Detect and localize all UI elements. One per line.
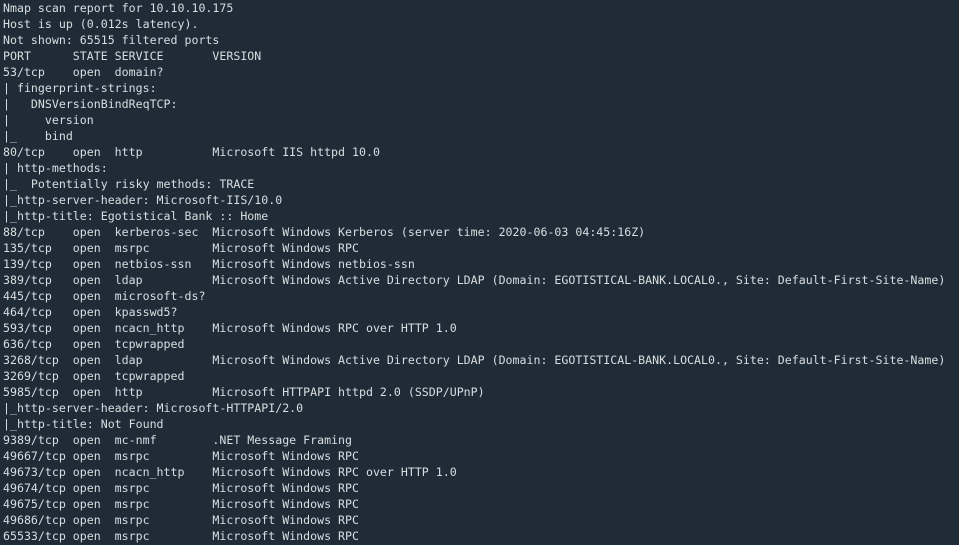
terminal-line: 139/tcp open netbios-ssn Microsoft Windo… xyxy=(3,257,415,271)
terminal-line: 135/tcp open msrpc Microsoft Windows RPC xyxy=(3,241,359,255)
terminal-line: |_ Potentially risky methods: TRACE xyxy=(3,177,255,191)
terminal-line: |_ bind xyxy=(3,129,73,143)
terminal-line: 9389/tcp open mc-nmf .NET Message Framin… xyxy=(3,433,353,447)
terminal-line: 80/tcp open http Microsoft IIS httpd 10.… xyxy=(3,145,380,159)
terminal-line: 464/tcp open kpasswd5? xyxy=(3,305,178,319)
terminal-line: 3269/tcp open tcpwrapped xyxy=(3,369,185,383)
terminal-line: 636/tcp open tcpwrapped xyxy=(3,337,185,351)
terminal-line: |_http-title: Not Found xyxy=(3,417,164,431)
terminal-line: 49686/tcp open msrpc Microsoft Windows R… xyxy=(3,513,359,527)
terminal-line: | version xyxy=(3,113,94,127)
terminal-line: 49667/tcp open msrpc Microsoft Windows R… xyxy=(3,449,359,463)
terminal-line: 5985/tcp open http Microsoft HTTPAPI htt… xyxy=(3,385,485,399)
terminal-line: 389/tcp open ldap Microsoft Windows Acti… xyxy=(3,273,946,287)
terminal-line: |_http-server-header: Microsoft-IIS/10.0 xyxy=(3,193,283,207)
terminal-line: 49675/tcp open msrpc Microsoft Windows R… xyxy=(3,497,359,511)
terminal-line: 65533/tcp open msrpc Microsoft Windows R… xyxy=(3,529,359,543)
terminal-line: |_http-server-header: Microsoft-HTTPAPI/… xyxy=(3,401,304,415)
terminal-line: Nmap scan report for 10.10.10.175 xyxy=(3,1,234,15)
terminal-line: 88/tcp open kerberos-sec Microsoft Windo… xyxy=(3,225,646,239)
terminal-line: 445/tcp open microsoft-ds? xyxy=(3,289,206,303)
terminal-line: |_http-title: Egotistical Bank :: Home xyxy=(3,209,269,223)
terminal-line: | fingerprint-strings: xyxy=(3,81,157,95)
terminal-line: 49674/tcp open msrpc Microsoft Windows R… xyxy=(3,481,359,495)
terminal-line: PORT STATE SERVICE VERSION xyxy=(3,49,262,63)
terminal-line: 49673/tcp open ncacn_http Microsoft Wind… xyxy=(3,465,457,479)
terminal-line: Host is up (0.012s latency). xyxy=(3,17,199,31)
terminal-line: 53/tcp open domain? xyxy=(3,65,164,79)
terminal-output[interactable]: Nmap scan report for 10.10.10.175 Host i… xyxy=(0,0,959,545)
terminal-line: 593/tcp open ncacn_http Microsoft Window… xyxy=(3,321,457,335)
terminal-line: Not shown: 65515 filtered ports xyxy=(3,33,220,47)
terminal-line: 3268/tcp open ldap Microsoft Windows Act… xyxy=(3,353,946,367)
terminal-line: | http-methods: xyxy=(3,161,108,175)
terminal-line: | DNSVersionBindReqTCP: xyxy=(3,97,178,111)
